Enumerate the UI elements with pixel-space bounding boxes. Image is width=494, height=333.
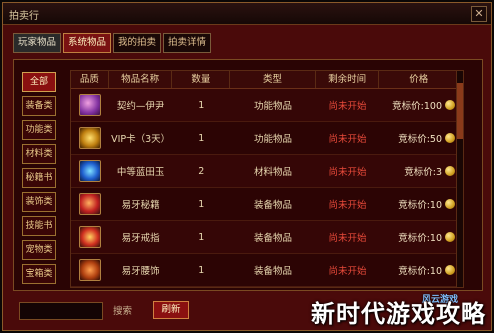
- item-name: 易牙秘籍: [121, 200, 160, 211]
- category-pet[interactable]: 宠物类: [22, 240, 56, 260]
- item-time-left: 尚未开始: [328, 200, 367, 211]
- content-panel: 全部 装备类 功能类 材料类 秘籍书 装饰类 技能书 宠物类 宝箱类 品质 物品…: [13, 59, 483, 291]
- item-price: 竞标价:50: [398, 134, 442, 145]
- table-scrollbar[interactable]: [456, 70, 464, 288]
- tab-system-items[interactable]: 系统物品: [63, 33, 112, 53]
- item-quantity: 1: [198, 264, 205, 276]
- table-body: 契约—伊尹 1 功能物品 尚未开始 竞标价:100 VIP卡（3天） 1 功能物…: [71, 89, 459, 287]
- vip-card-icon[interactable]: [78, 127, 101, 149]
- category-skill-book[interactable]: 技能书: [22, 216, 56, 236]
- close-button[interactable]: ✕: [471, 6, 487, 22]
- item-name: 中等蓝田玉: [116, 167, 165, 178]
- item-type: 装备物品: [253, 200, 292, 211]
- header-quantity[interactable]: 数量: [172, 71, 231, 88]
- item-quantity: 1: [198, 198, 205, 210]
- category-material[interactable]: 材料类: [22, 144, 56, 164]
- item-name: 易牙戒指: [121, 233, 160, 244]
- header-type[interactable]: 类型: [230, 71, 316, 88]
- item-price: 竞标价:10: [398, 266, 442, 277]
- category-all[interactable]: 全部: [22, 72, 56, 92]
- category-chest[interactable]: 宝箱类: [22, 264, 56, 284]
- header-quality[interactable]: 品质: [71, 71, 109, 88]
- tab-bar: 玩家物品 系统物品 我的拍卖 拍卖详情: [13, 33, 212, 53]
- tab-player-items[interactable]: 玩家物品: [13, 33, 62, 53]
- item-quantity: 1: [198, 231, 205, 243]
- table-row[interactable]: 中等蓝田玉 2 材料物品 尚未开始 竞标价:3: [71, 155, 459, 188]
- item-time-left: 尚未开始: [328, 101, 367, 112]
- item-quantity: 1: [198, 99, 205, 111]
- ring-icon[interactable]: [78, 226, 101, 248]
- table-row[interactable]: 易牙戒指 1 装备物品 尚未开始 竞标价:10: [71, 221, 459, 254]
- watermark-text: 新时代游戏攻略: [311, 300, 486, 328]
- category-list: 全部 装备类 功能类 材料类 秘籍书 装饰类 技能书 宠物类 宝箱类: [22, 72, 58, 288]
- item-price: 竞标价:100: [392, 101, 442, 112]
- table-row[interactable]: 易牙秘籍 1 装备物品 尚未开始 竞标价:10: [71, 188, 459, 221]
- blue-jade-icon[interactable]: [78, 160, 101, 182]
- item-quantity: 2: [198, 165, 205, 177]
- title-bar: 拍卖行 ✕: [3, 3, 491, 25]
- item-type: 装备物品: [253, 266, 292, 277]
- category-decoration[interactable]: 装饰类: [22, 192, 56, 212]
- header-time-left[interactable]: 剩余时间: [316, 71, 380, 88]
- coin-icon: [445, 166, 455, 176]
- purple-bow-icon[interactable]: [78, 94, 101, 116]
- item-type: 装备物品: [253, 233, 292, 244]
- item-price: 竞标价:10: [398, 233, 442, 244]
- item-name: 易牙腰饰: [121, 266, 160, 277]
- search-button[interactable]: 搜索: [113, 303, 132, 317]
- coin-icon: [445, 232, 455, 242]
- table-header: 品质 物品名称 数量 类型 剩余时间 价格: [71, 71, 459, 89]
- item-time-left: 尚未开始: [328, 134, 367, 145]
- item-name: 契约—伊尹: [116, 101, 165, 112]
- category-equipment[interactable]: 装备类: [22, 96, 56, 116]
- coin-icon: [445, 265, 455, 275]
- item-price: 竞标价:3: [404, 167, 442, 178]
- table-row[interactable]: VIP卡（3天） 1 功能物品 尚未开始 竞标价:50: [71, 122, 459, 155]
- coin-icon: [445, 100, 455, 110]
- item-table: 品质 物品名称 数量 类型 剩余时间 价格 契约—伊尹 1 功能物品 尚未开始 …: [70, 70, 460, 288]
- coin-icon: [445, 133, 455, 143]
- item-time-left: 尚未开始: [328, 233, 367, 244]
- item-quantity: 1: [198, 132, 205, 144]
- category-function[interactable]: 功能类: [22, 120, 56, 140]
- item-type: 材料物品: [253, 167, 292, 178]
- scroll-thumb[interactable]: [457, 83, 463, 139]
- armor-icon[interactable]: [78, 193, 101, 215]
- tab-auction-details[interactable]: 拍卖详情: [163, 33, 212, 53]
- item-type: 功能物品: [253, 134, 292, 145]
- auction-window: 拍卖行 ✕ 玩家物品 系统物品 我的拍卖 拍卖详情 全部 装备类 功能类 材料类…: [2, 2, 492, 331]
- item-name: VIP卡（3天）: [111, 134, 171, 145]
- ornament-icon[interactable]: [78, 259, 101, 281]
- item-time-left: 尚未开始: [328, 167, 367, 178]
- window-title: 拍卖行: [9, 11, 39, 22]
- table-row[interactable]: 契约—伊尹 1 功能物品 尚未开始 竞标价:100: [71, 89, 459, 122]
- category-manual[interactable]: 秘籍书: [22, 168, 56, 188]
- item-type: 功能物品: [253, 101, 292, 112]
- refresh-button[interactable]: 刷新: [153, 301, 189, 319]
- header-price[interactable]: 价格: [379, 71, 459, 88]
- table-row[interactable]: 易牙腰饰 1 装备物品 尚未开始 竞标价:10: [71, 254, 459, 287]
- search-input[interactable]: [19, 302, 103, 320]
- item-time-left: 尚未开始: [328, 266, 367, 277]
- coin-icon: [445, 199, 455, 209]
- item-price: 竞标价:10: [398, 200, 442, 211]
- tab-my-auctions[interactable]: 我的拍卖: [113, 33, 162, 53]
- header-name[interactable]: 物品名称: [109, 71, 173, 88]
